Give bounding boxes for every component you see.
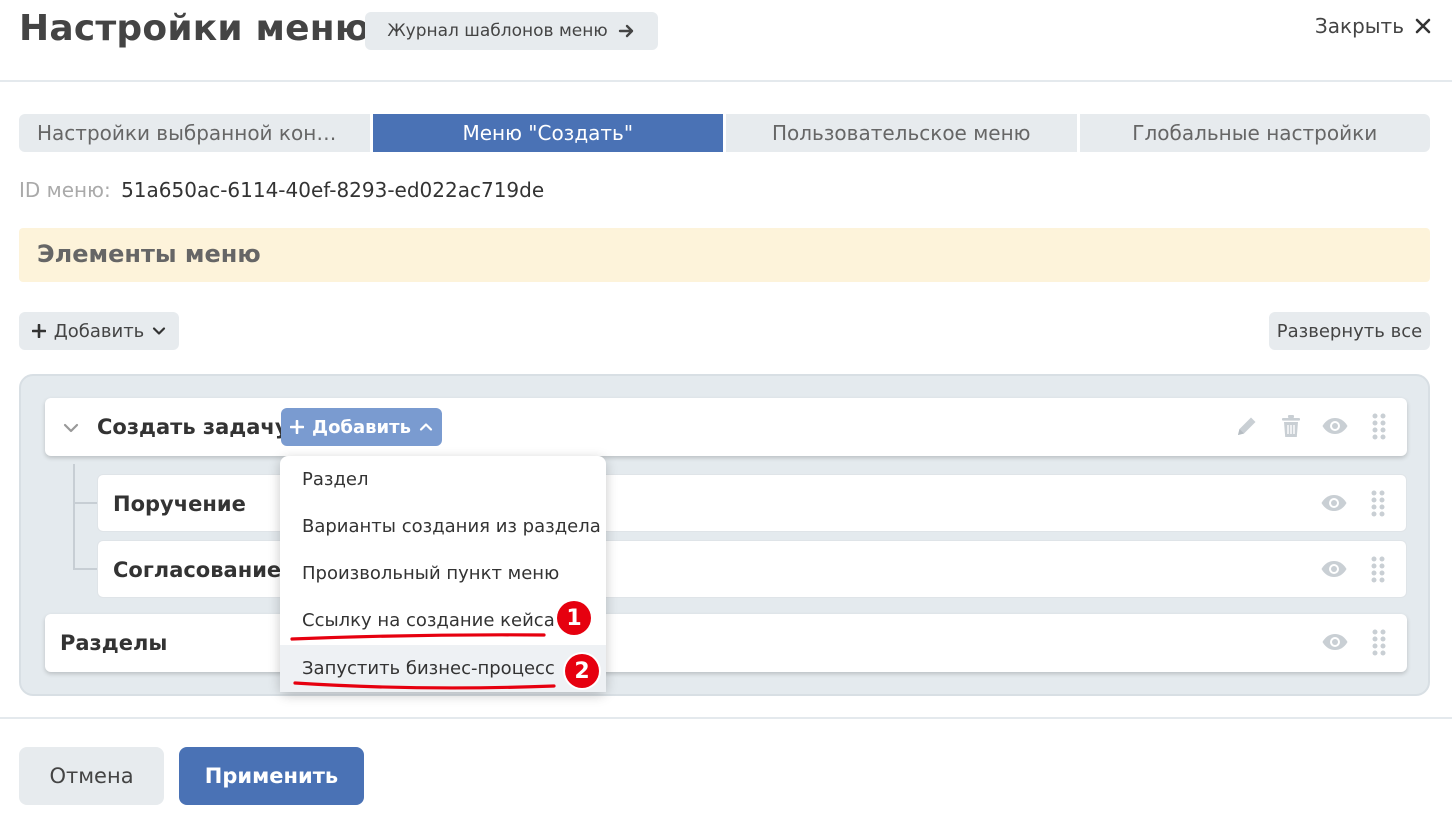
tree-item-label: Создать задачу xyxy=(97,415,289,439)
drag-handle-icon[interactable] xyxy=(1364,555,1392,583)
cancel-button[interactable]: Отмена xyxy=(19,747,164,805)
menu-id-value: 51a650ac-6114-40ef-8293-ed022ac719de xyxy=(121,178,545,202)
item-add-button-label: Добавить xyxy=(312,416,411,438)
chevron-up-icon xyxy=(419,423,433,431)
tabs-bar: Настройки выбранной конфигурации Меню "С… xyxy=(19,114,1430,152)
dropdown-item-custom-menu-item[interactable]: Произвольный пункт меню xyxy=(280,550,606,597)
journal-templates-button[interactable]: Журнал шаблонов меню xyxy=(365,12,658,50)
add-dropdown-menu: Раздел Варианты создания из раздела Прои… xyxy=(280,456,606,692)
menu-id: ID меню: 51a650ac-6114-40ef-8293-ed022ac… xyxy=(19,178,544,202)
close-icon xyxy=(1415,18,1431,34)
tree-connector xyxy=(73,464,75,568)
drag-handle-icon[interactable] xyxy=(1364,489,1392,517)
annotation-badge-2: 2 xyxy=(565,654,599,688)
footer-divider xyxy=(0,717,1452,719)
eye-icon[interactable] xyxy=(1321,628,1349,656)
tab-global-settings[interactable]: Глобальные настройки xyxy=(1079,114,1430,152)
trash-icon[interactable] xyxy=(1277,412,1305,440)
plus-icon xyxy=(31,324,46,338)
tree-item-label: Поручение xyxy=(113,492,246,516)
tree-item-create-task[interactable]: Создать задачу Добавить xyxy=(45,398,1407,456)
header: Настройки меню Журнал шаблонов меню Закр… xyxy=(0,0,1452,82)
menu-id-label: ID меню: xyxy=(19,178,111,202)
tab-user-menu[interactable]: Пользовательское меню xyxy=(726,114,1077,152)
add-dropdown-button[interactable]: Добавить xyxy=(19,312,179,350)
tree-connector xyxy=(73,502,97,504)
menu-elements-section: Элементы меню xyxy=(19,228,1430,282)
arrow-right-icon xyxy=(618,24,633,38)
item-add-button[interactable]: Добавить xyxy=(281,408,442,446)
section-title: Элементы меню xyxy=(37,240,261,268)
apply-button[interactable]: Применить xyxy=(179,747,364,805)
tree-connector xyxy=(73,568,97,570)
dropdown-item-create-from-section[interactable]: Варианты создания из раздела xyxy=(280,503,606,550)
close-button[interactable]: Закрыть xyxy=(1315,14,1432,38)
item-actions xyxy=(1320,489,1392,517)
page-title: Настройки меню xyxy=(19,8,371,49)
eye-icon[interactable] xyxy=(1320,489,1348,517)
item-actions xyxy=(1321,628,1393,656)
item-actions xyxy=(1233,412,1393,440)
tree-item-label: Разделы xyxy=(60,631,168,655)
annotation-badge-1: 1 xyxy=(557,601,591,635)
pencil-icon[interactable] xyxy=(1233,412,1261,440)
expand-all-button[interactable]: Развернуть все xyxy=(1269,312,1430,350)
tab-create-menu[interactable]: Меню "Создать" xyxy=(372,114,723,152)
dropdown-item-start-business-process[interactable]: Запустить бизнес-процесс xyxy=(280,645,606,692)
add-button-label: Добавить xyxy=(53,320,145,342)
tree-item-label: Согласование xyxy=(113,558,282,582)
journal-templates-button-label: Журнал шаблонов меню xyxy=(387,21,608,41)
drag-handle-icon[interactable] xyxy=(1365,412,1393,440)
plus-icon xyxy=(290,420,305,434)
chevron-down-icon xyxy=(153,327,166,335)
menu-tree: Создать задачу Добавить Поручение Соглас… xyxy=(19,374,1430,696)
tab-selected-configuration[interactable]: Настройки выбранной конфигурации xyxy=(19,114,370,152)
close-label: Закрыть xyxy=(1314,14,1404,38)
eye-icon[interactable] xyxy=(1321,412,1349,440)
item-actions xyxy=(1320,555,1392,583)
drag-handle-icon[interactable] xyxy=(1365,628,1393,656)
dropdown-item-section[interactable]: Раздел xyxy=(280,456,606,503)
tree-item-sections[interactable]: Разделы xyxy=(45,614,1407,672)
collapse-chevron-icon[interactable] xyxy=(63,420,79,436)
eye-icon[interactable] xyxy=(1320,555,1348,583)
